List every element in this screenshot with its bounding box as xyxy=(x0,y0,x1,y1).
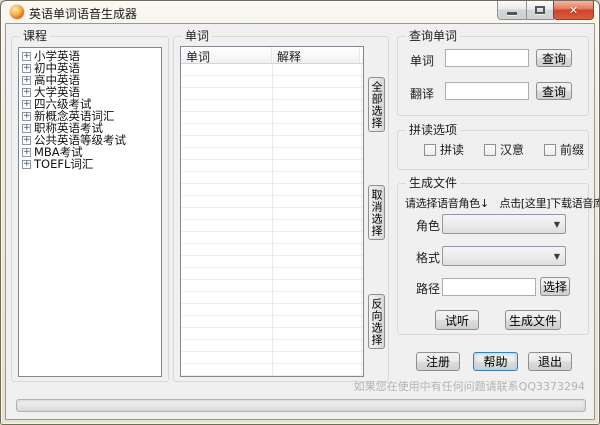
close-button[interactable]: ✕ xyxy=(553,1,594,20)
expand-plus-icon[interactable] xyxy=(22,112,31,121)
generate-groupbox: 生成文件 请选择语音角色↓ 点击[这里]下载语音库 角色 ▼ 格式 ▼ 路径 选… xyxy=(397,183,589,335)
expand-plus-icon[interactable] xyxy=(22,136,31,145)
expand-plus-icon[interactable] xyxy=(22,100,31,109)
window-title: 英语单词语音生成器 xyxy=(29,5,137,22)
checkbox-label: 前缀 xyxy=(560,141,584,158)
tree-item-label: TOEFL词汇 xyxy=(34,156,93,172)
option-checkbox[interactable]: 汉意 xyxy=(484,141,524,158)
voice-download-hint[interactable]: 请选择语音角色↓ 点击[这里]下载语音库 xyxy=(405,195,600,211)
courses-groupbox: 课程 小学英语 初中英语 高中英语 大学英语 四六级考试 xyxy=(11,36,169,382)
progress-bar xyxy=(16,399,586,412)
register-button[interactable]: 注册 xyxy=(416,352,460,371)
select-all-button[interactable]: 全部选择 xyxy=(368,77,385,132)
word-list-header: 单词 解释 xyxy=(181,47,363,64)
path-label: 路径 xyxy=(416,280,440,297)
app-icon xyxy=(10,5,24,19)
chevron-down-icon: ▼ xyxy=(554,252,560,261)
expand-plus-icon[interactable] xyxy=(22,76,31,85)
word-list[interactable]: 单词 解释 xyxy=(180,46,364,377)
exit-button[interactable]: 退出 xyxy=(528,352,572,371)
expand-plus-icon[interactable] xyxy=(22,64,31,73)
help-button[interactable]: 帮助 xyxy=(473,352,518,371)
format-label: 格式 xyxy=(416,249,440,266)
column-header-word[interactable]: 单词 xyxy=(181,47,272,63)
options-groupbox: 拼读选项 拼读 汉意 前缀 xyxy=(397,130,589,170)
titlebar[interactable]: 英语单词语音生成器 ✕ xyxy=(1,1,599,23)
word-query-label: 单词 xyxy=(410,52,434,69)
translate-query-input[interactable] xyxy=(445,82,529,100)
checkbox-label: 拼读 xyxy=(440,141,464,158)
expand-plus-icon[interactable] xyxy=(22,148,31,157)
contact-text: 如果您在使用中有任何问题请联系QQ3373294 xyxy=(354,378,585,394)
options-group-title: 拼读选项 xyxy=(406,123,460,137)
expand-plus-icon[interactable] xyxy=(22,124,31,133)
choose-path-button[interactable]: 选择 xyxy=(540,277,570,296)
word-query-input[interactable] xyxy=(445,49,529,67)
checkbox-icon[interactable] xyxy=(544,144,556,156)
checkbox-label: 汉意 xyxy=(500,141,524,158)
maximize-button[interactable] xyxy=(526,1,554,20)
checkbox-icon[interactable] xyxy=(484,144,496,156)
translate-query-label: 翻译 xyxy=(410,85,434,102)
query-groupbox: 查询单词 单词 查询 翻译 查询 xyxy=(397,36,589,116)
preview-button[interactable]: 试听 xyxy=(435,310,479,330)
query-group-title: 查询单词 xyxy=(406,29,460,43)
invert-select-button[interactable]: 反向选择 xyxy=(368,294,385,349)
tree-item-course[interactable]: TOEFL词汇 xyxy=(22,158,161,170)
generate-group-title: 生成文件 xyxy=(406,176,460,190)
expand-plus-icon[interactable] xyxy=(22,52,31,61)
words-groupbox: 单词 单词 解释 全部选择 取消选择 反向选择 xyxy=(173,36,389,382)
maximize-icon xyxy=(535,6,545,14)
app-window: 英语单词语音生成器 ✕ 课程 小学英语 初中英语 xyxy=(0,0,600,425)
deselect-button[interactable]: 取消选择 xyxy=(368,185,385,240)
chevron-down-icon: ▼ xyxy=(554,220,560,229)
word-query-button[interactable]: 查询 xyxy=(536,49,572,67)
expand-plus-icon[interactable] xyxy=(22,88,31,97)
option-checkbox[interactable]: 前缀 xyxy=(544,141,584,158)
option-checkbox[interactable]: 拼读 xyxy=(424,141,464,158)
path-input[interactable] xyxy=(442,278,536,296)
translate-query-button[interactable]: 查询 xyxy=(536,82,572,100)
course-tree[interactable]: 小学英语 初中英语 高中英语 大学英语 四六级考试 新概念英语词汇 xyxy=(18,47,162,377)
minimize-button[interactable] xyxy=(497,1,527,20)
expand-plus-icon[interactable] xyxy=(22,160,31,169)
minimize-icon xyxy=(507,12,517,15)
generate-file-button[interactable]: 生成文件 xyxy=(505,310,561,330)
checkbox-icon[interactable] xyxy=(424,144,436,156)
courses-group-title: 课程 xyxy=(20,29,50,43)
role-label: 角色 xyxy=(416,217,440,234)
close-icon: ✕ xyxy=(569,5,578,16)
column-header-meaning[interactable]: 解释 xyxy=(272,47,360,63)
role-dropdown[interactable]: ▼ xyxy=(442,214,566,234)
words-group-title: 单词 xyxy=(182,29,212,43)
format-dropdown[interactable]: ▼ xyxy=(442,246,566,266)
